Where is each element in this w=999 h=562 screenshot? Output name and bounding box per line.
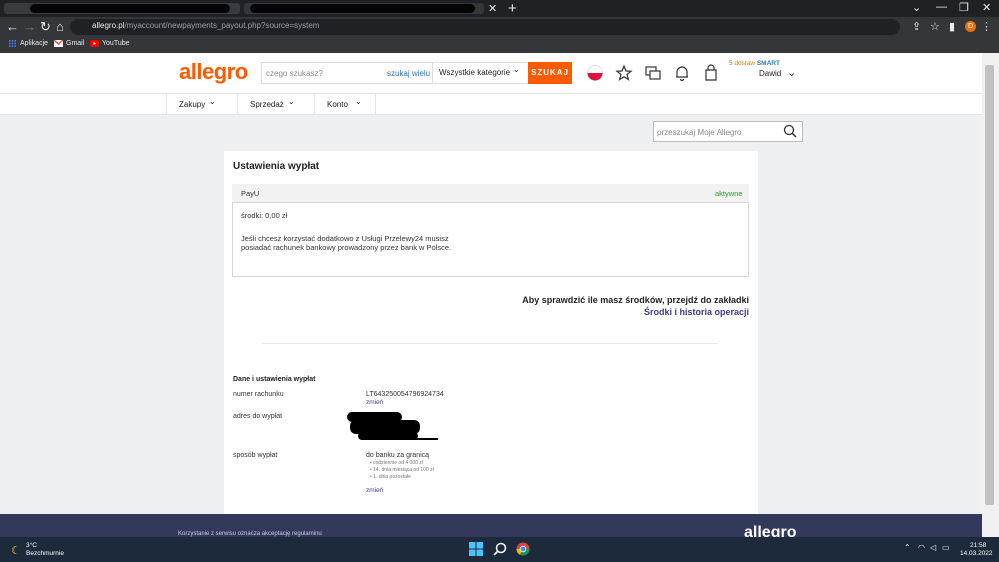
- volume-icon[interactable]: ◁: [930, 543, 936, 552]
- tab-close-icon[interactable]: ✕: [488, 2, 497, 15]
- chevron-down-icon: ⌄: [209, 97, 216, 106]
- search-placeholder: czego szukasz?: [266, 69, 323, 78]
- site-header: allegro czego szukasz? szukaj wielu Wszy…: [0, 53, 982, 94]
- tab-search-icon[interactable]: ⌄: [912, 1, 921, 14]
- list-item: • 1. dnia pozostałe: [370, 474, 411, 480]
- funds-history-link[interactable]: Środki i historia operacji: [440, 307, 749, 317]
- back-icon[interactable]: ←: [6, 19, 19, 34]
- allegro-logo[interactable]: allegro: [179, 59, 248, 85]
- url-text[interactable]: allegro.pl/myaccount/newpayments_payout.…: [92, 21, 319, 30]
- chevron-down-icon: ⌄: [355, 97, 362, 106]
- wifi-icon[interactable]: ◠: [918, 543, 925, 552]
- sidebar-icon[interactable]: ▮: [949, 20, 955, 33]
- search-icon[interactable]: [493, 542, 507, 556]
- web-page: allegro czego szukasz? szukaj wielu Wszy…: [0, 53, 982, 537]
- redacted-active-tab-title: [250, 4, 475, 13]
- apps-grid-icon: [9, 40, 16, 47]
- moon-icon[interactable]: ☾: [11, 544, 21, 557]
- chevron-down-icon: ⌄: [787, 67, 797, 79]
- chevron-up-icon[interactable]: ⌃: [904, 543, 911, 552]
- przelewy24-info: Jeśli chcesz korzystać dodatkowo z Usług…: [241, 234, 452, 252]
- clock-time[interactable]: 21:58: [970, 542, 986, 549]
- provider-name: PayU: [241, 189, 260, 198]
- site-footer: [0, 514, 982, 537]
- weather-description[interactable]: Bezchmurnie: [26, 550, 64, 557]
- scrollbar-thumb[interactable]: [985, 65, 994, 505]
- forward-icon[interactable]: →: [23, 19, 36, 34]
- chevron-down-icon: ⌄: [288, 97, 295, 106]
- share-icon[interactable]: ⇪: [912, 20, 921, 33]
- bookmark-gmail[interactable]: Gmail: [54, 40, 84, 47]
- balance-text: środki: 0,00 zł: [241, 211, 288, 220]
- maximize-icon[interactable]: ❐: [959, 1, 969, 14]
- page-title: Ustawienia wypłat: [233, 161, 320, 172]
- account-number: LT643250054796924734: [366, 391, 444, 398]
- redacted-tab-titles: [30, 4, 230, 13]
- method-bullets: • codziennie od 4 000 zł • 14. dnia mies…: [370, 460, 434, 481]
- minimize-icon[interactable]: —: [936, 1, 947, 13]
- funds-hint: Aby sprawdzić ile masz środków, przejdź …: [522, 295, 749, 305]
- divider: [262, 343, 718, 344]
- reload-icon[interactable]: ↻: [40, 19, 51, 35]
- window-close-icon[interactable]: ✕: [982, 1, 991, 14]
- user-menu[interactable]: Dawid ⌄: [759, 67, 796, 79]
- clock-date[interactable]: 14.03.2022: [960, 550, 993, 557]
- smart-deliveries[interactable]: 5 dostaw SMART: [729, 60, 780, 67]
- profile-avatar[interactable]: D: [965, 21, 976, 32]
- windows-start-icon[interactable]: [469, 542, 483, 556]
- search-icon[interactable]: [783, 124, 797, 138]
- cart-icon[interactable]: [702, 64, 720, 82]
- star-icon[interactable]: [615, 64, 633, 82]
- browser-tab-strip: ✕ + ⌄ — ❐ ✕: [0, 0, 999, 17]
- nav-konto[interactable]: Konto ⌄: [314, 94, 376, 115]
- chevron-down-icon: ⌄: [513, 65, 520, 74]
- status-badge: aktywne: [715, 189, 743, 198]
- redacted-address: [380, 438, 438, 440]
- nav-sprzedaz[interactable]: Sprzedaż ⌄: [237, 94, 314, 115]
- gmail-icon: [54, 40, 63, 47]
- messages-icon[interactable]: [644, 64, 662, 82]
- bookmark-youtube[interactable]: YouTube: [90, 40, 130, 47]
- bell-icon[interactable]: [673, 64, 691, 82]
- myallegro-search-placeholder: przeszukaj Moje Allegro: [657, 128, 742, 137]
- address-label: adres do wypłat: [233, 413, 283, 420]
- footer-logo: allegro: [744, 524, 797, 537]
- category-select[interactable]: Wszystkie kategorie ⌄: [432, 62, 528, 84]
- search-button[interactable]: SZUKAJ: [528, 62, 572, 84]
- method-label: sposób wypłat: [233, 452, 278, 459]
- search-many-link[interactable]: szukaj wielu: [387, 69, 430, 78]
- list-item: • 14. dnia miesiąca od 100 zł: [370, 467, 434, 473]
- method-value: do banku za granicą: [366, 452, 430, 459]
- account-change-link[interactable]: zmień: [366, 399, 383, 406]
- bookmark-star-icon[interactable]: ☆: [930, 20, 940, 33]
- account-label: numer rachunku: [233, 391, 284, 398]
- weather-temperature[interactable]: 3°C: [26, 542, 37, 549]
- payout-section-title: Dane i ustawienia wypłat: [233, 376, 316, 383]
- method-change-link[interactable]: zmień: [366, 487, 383, 494]
- nav-zakupy[interactable]: Zakupy ⌄: [166, 94, 237, 115]
- sub-navigation: Zakupy ⌄ Sprzedaż ⌄ Konto ⌄: [0, 94, 982, 115]
- new-tab-icon[interactable]: +: [508, 0, 517, 17]
- menu-dots-icon[interactable]: ⋮: [981, 20, 992, 33]
- chrome-icon[interactable]: [516, 542, 530, 556]
- payu-panel-header: [232, 184, 749, 203]
- youtube-icon: [90, 40, 99, 47]
- poland-flag-icon[interactable]: [586, 64, 604, 82]
- home-icon[interactable]: ⌂: [56, 19, 64, 34]
- bookmarks-bar: Aplikacje Gmail YouTube: [0, 37, 999, 53]
- list-item: • codziennie od 4 000 zł: [370, 460, 423, 466]
- bookmark-apps[interactable]: Aplikacje: [8, 40, 48, 47]
- battery-icon[interactable]: ▭: [942, 543, 950, 552]
